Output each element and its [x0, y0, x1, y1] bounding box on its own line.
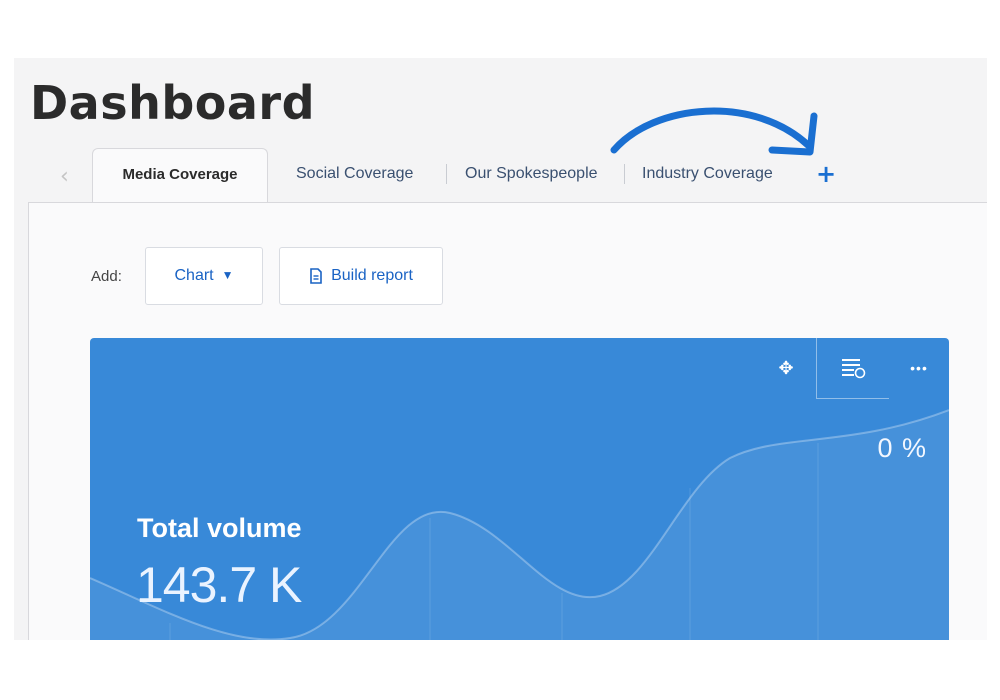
total-volume-widget[interactable]: ✥ ••• 0 % Total volume 143.7 K	[90, 338, 949, 640]
dashboard-panel: Add: Chart ▼ Build report ✥ ••• 0 % Tota…	[28, 202, 987, 640]
annotation-arrow-icon	[610, 107, 818, 156]
widget-value: 143.7 K	[136, 557, 302, 613]
widget-title: Total volume	[137, 513, 302, 543]
move-icon[interactable]: ✥	[756, 338, 816, 398]
chart-button-label: Chart	[174, 267, 214, 284]
dashboard-screen: Dashboard ‹ Media Coverage Social Covera…	[14, 58, 987, 640]
percent-change: 0 %	[877, 433, 927, 463]
tab-label: Our Spokespeople	[465, 165, 598, 182]
tab-our-spokespeople[interactable]: Our Spokespeople	[465, 148, 598, 202]
tab-media-coverage[interactable]: Media Coverage	[92, 148, 268, 202]
build-report-button[interactable]: Build report	[279, 247, 443, 305]
tab-label: Media Coverage	[122, 166, 238, 183]
chevron-left-icon[interactable]: ‹	[60, 166, 69, 188]
tab-label: Social Coverage	[296, 165, 414, 182]
tab-bar: ‹ Media Coverage Social Coverage Our Spo…	[14, 148, 987, 203]
tab-social-coverage[interactable]: Social Coverage	[296, 148, 413, 202]
page-title: Dashboard	[30, 76, 316, 130]
add-label: Add:	[91, 268, 122, 285]
tab-divider	[446, 164, 447, 184]
add-chart-dropdown[interactable]: Chart ▼	[145, 247, 263, 305]
more-icon[interactable]: •••	[889, 338, 949, 398]
chevron-down-icon: ▼	[221, 268, 234, 282]
document-icon	[310, 268, 322, 284]
build-report-label: Build report	[331, 267, 413, 284]
widget-toolbar: ✥ •••	[756, 338, 949, 399]
list-settings-icon[interactable]	[816, 338, 889, 399]
